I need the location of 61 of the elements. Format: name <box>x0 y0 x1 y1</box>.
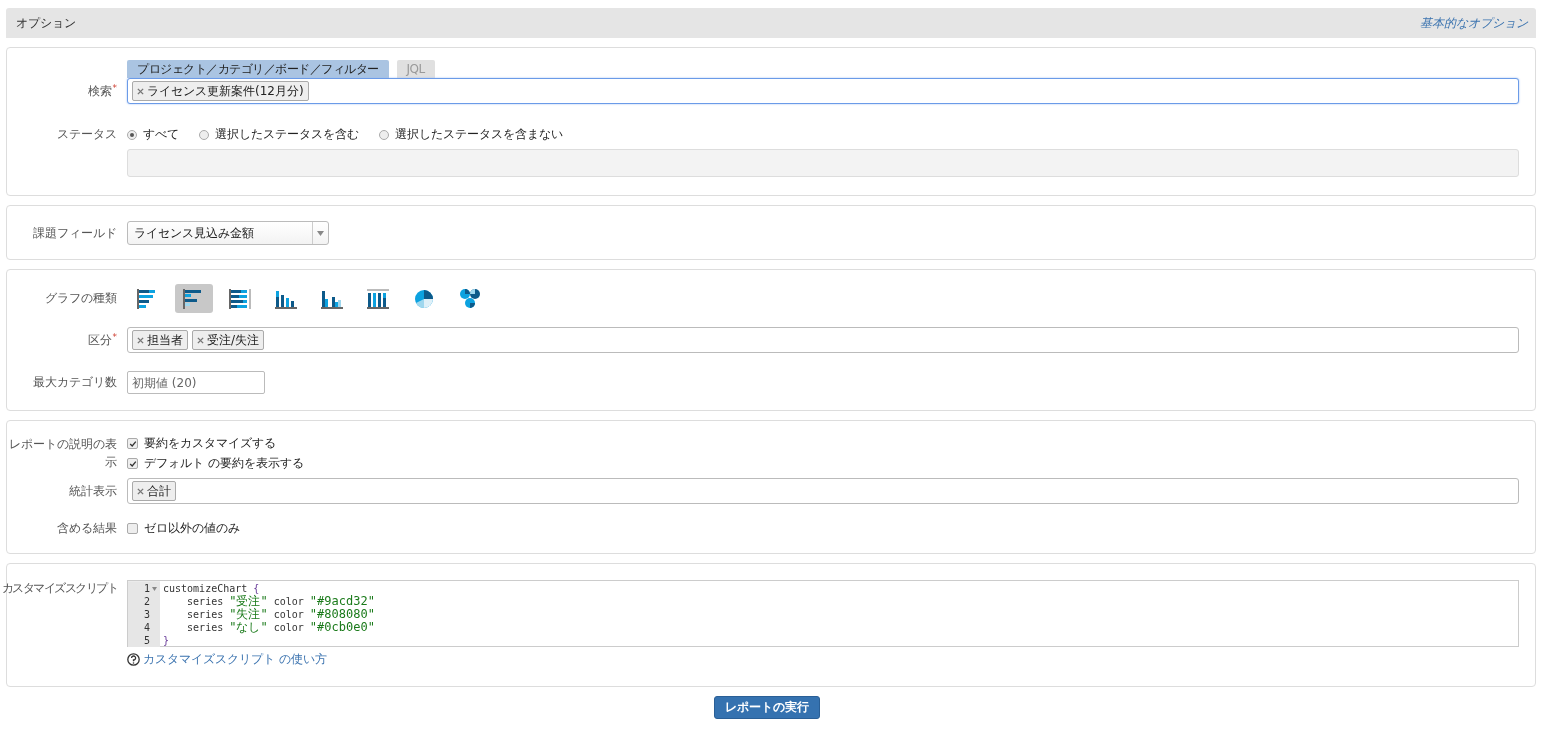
caret-icon <box>317 230 324 236</box>
help-icon <box>127 653 140 666</box>
field-dropdown[interactable]: ライセンス見込み金額 <box>127 221 329 245</box>
line-number: 5 <box>143 634 150 647</box>
bar-chart-icon <box>229 288 251 309</box>
required-mark: * <box>112 331 117 342</box>
statistic-tag[interactable]: 合計 <box>132 481 176 501</box>
filter-tag[interactable]: ライセンス更新案件(12月分) <box>132 81 309 101</box>
fold-icon[interactable] <box>152 586 157 591</box>
option-label: ゼロ以外の値のみ <box>144 520 240 537</box>
basic-options-link[interactable]: 基本的なオプション <box>1420 14 1528 32</box>
field-label: 最大カテゴリ数 <box>33 375 117 389</box>
line-number: 2 <box>143 595 150 608</box>
option-label: デフォルト の要約を表示する <box>144 455 304 472</box>
required-mark: * <box>112 82 117 93</box>
statistics-field[interactable]: 合計 <box>127 478 1519 504</box>
category-tag[interactable]: 担当者 <box>132 330 188 350</box>
code-line: series "なし" color "#0cb0e0" <box>186 622 375 633</box>
run-report-button[interactable]: レポートの実行 <box>714 696 820 719</box>
bar-chart-icon <box>321 288 343 309</box>
code-line: } <box>163 635 170 646</box>
field-label: レポートの説明の表示 <box>9 437 117 469</box>
category-tag[interactable]: 受注/失注 <box>192 330 265 350</box>
field-label: 統計表示 <box>69 483 117 498</box>
pie-chart-icon <box>459 288 481 309</box>
bar-chart-icon <box>367 288 389 309</box>
search-tab[interactable]: プロジェクト／カテゴリ／ボード／フィルター <box>127 60 389 78</box>
code-line: customizeChart { <box>163 583 260 594</box>
radio-button[interactable] <box>199 129 209 140</box>
field-label: 含める結果 <box>57 521 117 535</box>
remove-icon[interactable] <box>137 336 144 344</box>
line-number: 4 <box>143 621 150 634</box>
remove-icon[interactable] <box>137 487 144 495</box>
line-number: 1 <box>143 582 150 595</box>
radio-button[interactable] <box>379 129 389 140</box>
pie-chart-icon <box>413 288 435 309</box>
checkbox[interactable] <box>127 458 138 469</box>
option-label: すべて <box>143 126 179 143</box>
field-label: 検索 <box>87 83 112 98</box>
section-title: オプション <box>16 14 76 32</box>
remove-icon[interactable] <box>137 87 144 95</box>
field-label: ステータス <box>57 127 117 141</box>
field-label: 課題フィールド <box>33 225 117 240</box>
option-label: 選択したステータスを含まない <box>395 126 563 143</box>
help-link[interactable]: カスタマイズスクリプト の使い方 <box>143 651 327 668</box>
bar-chart-icon <box>275 288 297 309</box>
remove-icon[interactable] <box>197 336 204 344</box>
chart-type-button[interactable] <box>175 284 213 313</box>
field-label: 区分 <box>87 332 112 347</box>
search-field[interactable]: ライセンス更新案件(12月分) <box>127 78 1519 104</box>
checkbox[interactable] <box>127 438 138 449</box>
category-field[interactable]: 担当者 受注/失注 <box>127 327 1519 353</box>
field-label: カスタマイズスクリプト <box>1 581 117 595</box>
option-label: 選択したステータスを含む <box>215 126 359 143</box>
line-number: 3 <box>143 608 150 621</box>
code-editor[interactable]: 1 2 3 4 5 customizeChart { series "受注" color "#9acd32" series "失注" color "#808080" series "なし" color "#0cb0e0" } <box>127 580 1519 647</box>
option-label: 要約をカスタマイズする <box>144 435 276 452</box>
max-category-input[interactable]: 初期値 (20) <box>127 371 265 394</box>
field-label: グラフの種類 <box>45 291 117 305</box>
radio-button[interactable] <box>127 129 137 140</box>
checkbox[interactable] <box>127 523 138 534</box>
